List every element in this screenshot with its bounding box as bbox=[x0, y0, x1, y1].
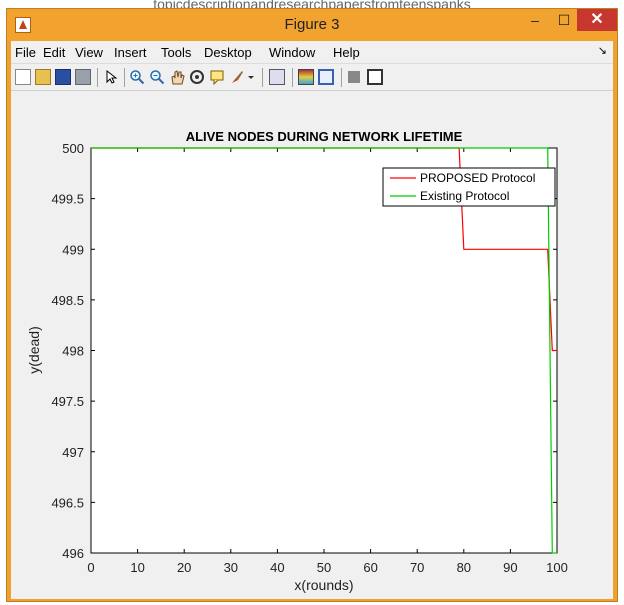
x-tick-label: 40 bbox=[270, 560, 284, 575]
y-tick-label: 496 bbox=[62, 546, 84, 561]
x-tick-label: 50 bbox=[317, 560, 331, 575]
y-tick-label: 499.5 bbox=[51, 192, 84, 207]
colorbar-icon[interactable] bbox=[298, 69, 314, 85]
toolbar-separator bbox=[97, 68, 98, 87]
menu-bar: File Edit View Insert Tools Desktop Wind… bbox=[11, 41, 613, 63]
pan-icon[interactable] bbox=[169, 69, 185, 85]
line-chart[interactable]: ALIVE NODES DURING NETWORK LIFETIME x(ro… bbox=[11, 92, 613, 599]
y-axis-label: y(dead) bbox=[26, 326, 42, 373]
legend-label-proposed: PROPOSED Protocol bbox=[420, 171, 535, 185]
chart-title: ALIVE NODES DURING NETWORK LIFETIME bbox=[186, 129, 463, 144]
y-tick-label: 497.5 bbox=[51, 394, 84, 409]
legend-icon[interactable] bbox=[318, 69, 334, 85]
menu-edit[interactable]: Edit bbox=[43, 45, 65, 60]
brush-dropdown-icon[interactable] bbox=[246, 69, 256, 85]
x-tick-label: 60 bbox=[363, 560, 377, 575]
figure-window: Figure 3 – ☐ ✕ File Edit View Insert Too… bbox=[6, 8, 618, 602]
menu-view[interactable]: View bbox=[75, 45, 103, 60]
background-page-text: topicdescriptionandresearchpapersfromtee… bbox=[153, 0, 471, 8]
y-tick-label: 496.5 bbox=[51, 495, 84, 510]
brush-icon[interactable] bbox=[229, 69, 245, 85]
toolbar-separator bbox=[341, 68, 342, 87]
menu-insert[interactable]: Insert bbox=[114, 45, 147, 60]
y-tick-label: 498.5 bbox=[51, 293, 84, 308]
x-tick-label: 80 bbox=[457, 560, 471, 575]
data-cursor-icon[interactable] bbox=[209, 69, 225, 86]
save-icon[interactable] bbox=[55, 69, 71, 85]
toolbar-separator bbox=[124, 68, 125, 87]
open-file-icon[interactable] bbox=[35, 69, 51, 85]
close-button[interactable]: ✕ bbox=[577, 9, 617, 31]
x-tick-label: 100 bbox=[546, 560, 568, 575]
pointer-icon[interactable] bbox=[103, 69, 119, 85]
y-tick-label: 498 bbox=[62, 344, 84, 359]
maximize-button[interactable]: ☐ bbox=[551, 9, 577, 31]
axes-box[interactable] bbox=[90, 147, 558, 554]
menu-tools[interactable]: Tools bbox=[161, 45, 191, 60]
menu-window[interactable]: Window bbox=[269, 45, 315, 60]
new-figure-icon[interactable] bbox=[15, 69, 31, 85]
y-tick-label: 500 bbox=[62, 141, 84, 156]
x-axis-label: x(rounds) bbox=[294, 577, 353, 593]
hide-plot-tools-icon[interactable] bbox=[348, 71, 360, 83]
menu-desktop[interactable]: Desktop bbox=[204, 45, 252, 60]
x-tick-label: 30 bbox=[224, 560, 238, 575]
title-bar[interactable]: Figure 3 – ☐ ✕ bbox=[7, 9, 617, 41]
y-tick-label: 497 bbox=[62, 445, 84, 460]
x-tick-label: 0 bbox=[87, 560, 94, 575]
link-plot-icon[interactable] bbox=[269, 69, 285, 85]
menu-file[interactable]: File bbox=[15, 45, 36, 60]
figure-toolbar bbox=[11, 63, 613, 91]
show-plot-tools-icon[interactable] bbox=[367, 69, 383, 85]
toolbar-separator bbox=[262, 68, 263, 87]
menu-help[interactable]: Help bbox=[333, 45, 360, 60]
x-tick-label: 90 bbox=[503, 560, 517, 575]
chart-legend[interactable]: PROPOSED Protocol Existing Protocol bbox=[382, 167, 556, 207]
x-tick-label: 10 bbox=[130, 560, 144, 575]
print-icon[interactable] bbox=[75, 69, 91, 85]
zoom-in-icon[interactable] bbox=[129, 69, 145, 85]
rotate-3d-icon[interactable] bbox=[189, 69, 205, 85]
legend-label-existing: Existing Protocol bbox=[420, 189, 509, 203]
x-tick-label: 20 bbox=[177, 560, 191, 575]
window-client: File Edit View Insert Tools Desktop Wind… bbox=[11, 41, 613, 599]
figure-canvas: ALIVE NODES DURING NETWORK LIFETIME x(ro… bbox=[11, 92, 613, 599]
zoom-out-icon[interactable] bbox=[149, 69, 165, 85]
x-tick-label: 70 bbox=[410, 560, 424, 575]
minimize-button[interactable]: – bbox=[521, 9, 549, 31]
toolbar-separator bbox=[292, 68, 293, 87]
menu-overflow-arrow[interactable]: ↘ bbox=[598, 44, 607, 57]
y-tick-label: 499 bbox=[62, 242, 84, 257]
